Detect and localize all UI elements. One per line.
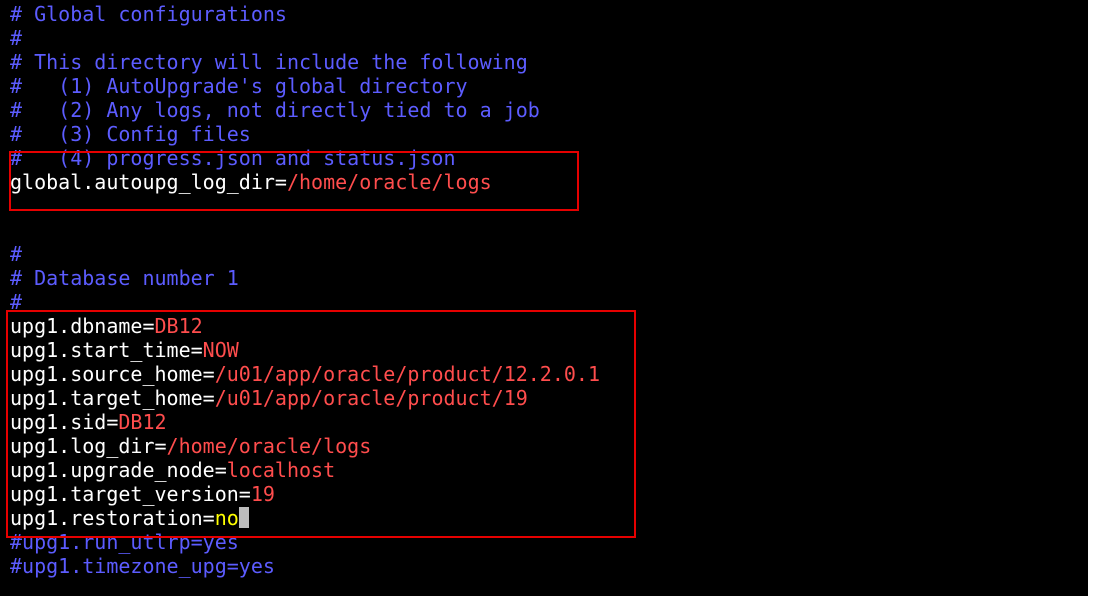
param-log-dir: upg1.log_dir=/home/oracle/logs (10, 434, 600, 458)
param-sid: upg1.sid=DB12 (10, 410, 600, 434)
comment-line: # Database number 1 (10, 266, 239, 290)
text-cursor (238, 507, 249, 528)
param-upgrade-node: upg1.upgrade_node=localhost (10, 458, 600, 482)
comment-line: #upg1.run_utlrp=yes (10, 530, 239, 554)
config-key: upg1.restoration= (10, 506, 215, 530)
config-key: upg1.upgrade_node= (10, 458, 227, 482)
param-start-time: upg1.start_time=NOW (10, 338, 600, 362)
config-key: upg1.dbname= (10, 314, 155, 338)
config-value: DB12 (154, 314, 203, 338)
config-file-content[interactable]: # Global configurations # # This directo… (10, 2, 600, 578)
param-restoration: upg1.restoration=no (10, 506, 600, 530)
param-target-home: upg1.target_home=/u01/app/oracle/product… (10, 386, 600, 410)
config-value: 19 (250, 482, 275, 506)
config-value: NOW (202, 338, 239, 362)
comment-line: #upg1.timezone_upg=yes (10, 554, 275, 578)
config-value: /u01/app/oracle/product/12.2.0.1 (214, 362, 601, 386)
comment-line: # (3) Config files (10, 122, 251, 146)
config-value: /home/oracle/logs (166, 434, 372, 458)
param-source-home: upg1.source_home=/u01/app/oracle/product… (10, 362, 600, 386)
config-key: global.autoupg_log_dir= (10, 170, 287, 194)
config-value: /home/oracle/logs (286, 170, 492, 194)
config-value: /u01/app/oracle/product/19 (214, 386, 528, 410)
config-key: upg1.target_home= (10, 386, 215, 410)
comment-line: # (4) progress.json and status.json (10, 146, 456, 170)
config-key: upg1.log_dir= (10, 434, 167, 458)
comment-line: # (10, 290, 23, 314)
global-log-dir-line: global.autoupg_log_dir=/home/oracle/logs (10, 170, 600, 194)
config-key: upg1.target_version= (10, 482, 251, 506)
comment-line: # This directory will include the follow… (10, 50, 528, 74)
param-target-version: upg1.target_version=19 (10, 482, 600, 506)
comment-line: # Global configurations (10, 2, 287, 26)
config-value: DB12 (118, 410, 167, 434)
terminal-window[interactable]: # Global configurations # # This directo… (0, 0, 1088, 596)
config-key: upg1.sid= (10, 410, 119, 434)
config-value: no (214, 506, 239, 530)
config-key: upg1.source_home= (10, 362, 215, 386)
comment-line: # (10, 242, 23, 266)
config-key: upg1.start_time= (10, 338, 203, 362)
comment-line: # (10, 26, 23, 50)
comment-line: # (1) AutoUpgrade's global directory (10, 74, 468, 98)
config-value: localhost (226, 458, 336, 482)
param-dbname: upg1.dbname=DB12 (10, 314, 600, 338)
comment-line: # (2) Any logs, not directly tied to a j… (10, 98, 540, 122)
